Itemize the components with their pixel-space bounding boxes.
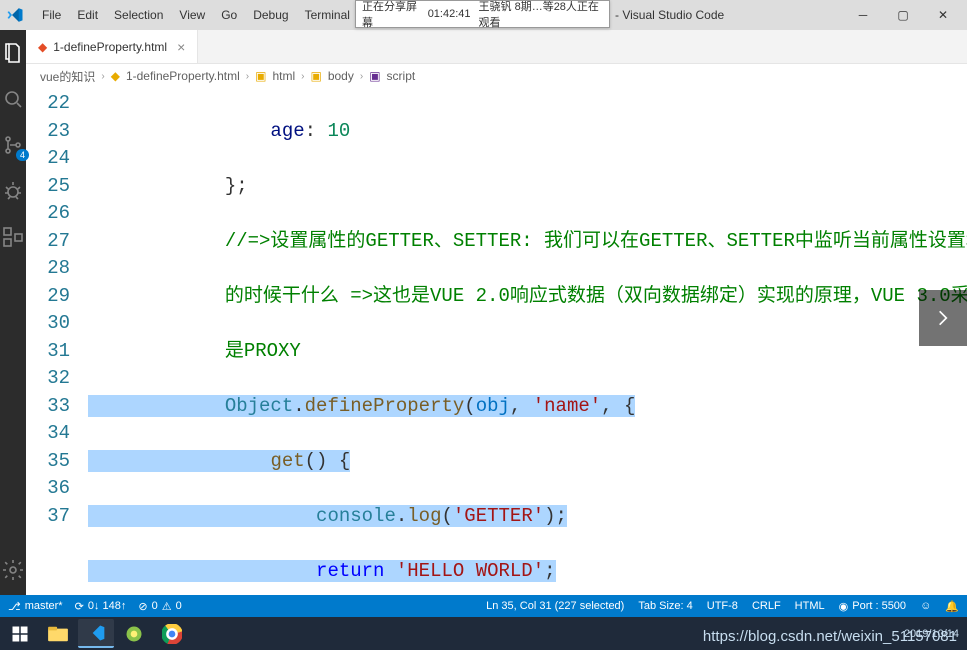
share-overlay: 正在分享屏幕 01:42:41 王骁钒 8期…等28人正在观看 <box>355 0 610 28</box>
maximize-button[interactable]: ▢ <box>883 0 923 30</box>
status-eol[interactable]: CRLF <box>752 600 781 612</box>
breadcrumb-html[interactable]: html <box>272 69 295 83</box>
status-branch[interactable]: ⎇master* <box>8 600 63 613</box>
sync-icon: ⟳ <box>75 600 84 613</box>
vscode-logo-icon <box>6 6 24 24</box>
menu-go[interactable]: Go <box>213 8 245 22</box>
vscode-taskbar-icon[interactable] <box>78 619 114 648</box>
html-file-icon: ◆ <box>111 69 120 83</box>
file-explorer-icon[interactable] <box>40 619 76 648</box>
branch-icon: ⎇ <box>8 600 21 613</box>
settings-gear-icon[interactable] <box>0 557 26 583</box>
status-feedback-icon[interactable]: ☺ <box>920 600 931 612</box>
activity-bar: 4 <box>0 30 26 595</box>
breadcrumb-body[interactable]: body <box>328 69 354 83</box>
warning-icon: ⚠ <box>162 600 172 613</box>
status-port[interactable]: ◉Port : 5500 <box>839 600 906 613</box>
status-bell-icon[interactable]: 🔔 <box>945 600 959 613</box>
share-time: 01:42:41 <box>428 8 471 20</box>
symbol-icon: ▣ <box>310 69 321 83</box>
breadcrumb-script[interactable]: script <box>387 69 416 83</box>
explorer-icon[interactable] <box>0 40 26 66</box>
menu-selection[interactable]: Selection <box>106 8 171 22</box>
source-control-icon[interactable]: 4 <box>0 132 26 158</box>
symbol-icon: ▣ <box>369 69 380 83</box>
status-language[interactable]: HTML <box>795 600 825 612</box>
chevron-right-icon: › <box>360 71 363 82</box>
app-shell: 4 ◆ 1-defineProperty.html × ⇅ ◫ ⋯ <box>0 30 967 595</box>
start-button[interactable] <box>2 619 38 648</box>
breadcrumb-file[interactable]: 1-defineProperty.html <box>126 69 240 83</box>
app-taskbar-icon[interactable] <box>116 619 152 648</box>
status-problems[interactable]: ⊘0 ⚠0 <box>138 600 181 613</box>
chevron-right-icon: › <box>301 71 304 82</box>
html-file-icon: ◆ <box>38 40 47 54</box>
editor-area: ◆ 1-defineProperty.html × ⇅ ◫ ⋯ vue的知识 ›… <box>26 30 967 595</box>
close-button[interactable]: ✕ <box>923 0 963 30</box>
menu-debug[interactable]: Debug <box>245 8 296 22</box>
share-viewers: 王骁钒 8期…等28人正在观看 <box>479 0 603 30</box>
menu-edit[interactable]: Edit <box>69 8 106 22</box>
code-content[interactable]: age: 10 }; //=>设置属性的GETTER、SETTER: 我们可以在… <box>86 88 967 595</box>
minimize-button[interactable]: ─ <box>843 0 883 30</box>
status-sync[interactable]: ⟳0↓ 148↑ <box>75 600 127 613</box>
breadcrumb[interactable]: vue的知识 › ◆ 1-defineProperty.html › ▣ htm… <box>26 64 967 88</box>
titlebar: File Edit Selection View Go Debug Termin… <box>0 0 967 30</box>
menu-view[interactable]: View <box>171 8 213 22</box>
code-editor[interactable]: 22 23 24 25 26 27 28 29 30 31 32 33 34 3… <box>26 88 967 595</box>
chrome-taskbar-icon[interactable] <box>154 619 190 648</box>
debug-icon[interactable] <box>0 178 26 204</box>
menu-file[interactable]: File <box>34 8 69 22</box>
tab-close-icon[interactable]: × <box>177 39 185 55</box>
status-tab-size[interactable]: Tab Size: 4 <box>638 600 692 612</box>
taskbar-clock[interactable]: 2019/10/14 <box>904 628 959 640</box>
status-encoding[interactable]: UTF-8 <box>707 600 738 612</box>
tab-label: 1-defineProperty.html <box>53 40 167 54</box>
extensions-icon[interactable] <box>0 224 26 250</box>
line-gutter: 22 23 24 25 26 27 28 29 30 31 32 33 34 3… <box>26 88 86 595</box>
error-icon: ⊘ <box>138 600 147 613</box>
search-icon[interactable] <box>0 86 26 112</box>
breadcrumb-folder[interactable]: vue的知识 <box>40 68 95 85</box>
status-bar: ⎇master* ⟳0↓ 148↑ ⊘0 ⚠0 Ln 35, Col 31 (2… <box>0 595 967 617</box>
tab-row: ◆ 1-defineProperty.html × ⇅ ◫ ⋯ <box>26 30 967 64</box>
status-cursor-pos[interactable]: Ln 35, Col 31 (227 selected) <box>486 600 624 612</box>
chevron-right-icon: › <box>101 71 104 82</box>
broadcast-icon: ◉ <box>839 600 849 613</box>
share-status: 正在分享屏幕 <box>362 0 420 30</box>
window-title: - Visual Studio Code <box>615 8 724 22</box>
tab-file[interactable]: ◆ 1-defineProperty.html × <box>26 30 198 63</box>
window-controls: ─ ▢ ✕ <box>843 0 963 30</box>
symbol-icon: ▣ <box>255 69 266 83</box>
chevron-right-icon: › <box>246 71 249 82</box>
windows-taskbar: https://blog.csdn.net/weixin_51157081 20… <box>0 617 967 650</box>
next-page-arrow[interactable] <box>919 290 967 346</box>
menu-terminal[interactable]: Terminal <box>297 8 358 22</box>
